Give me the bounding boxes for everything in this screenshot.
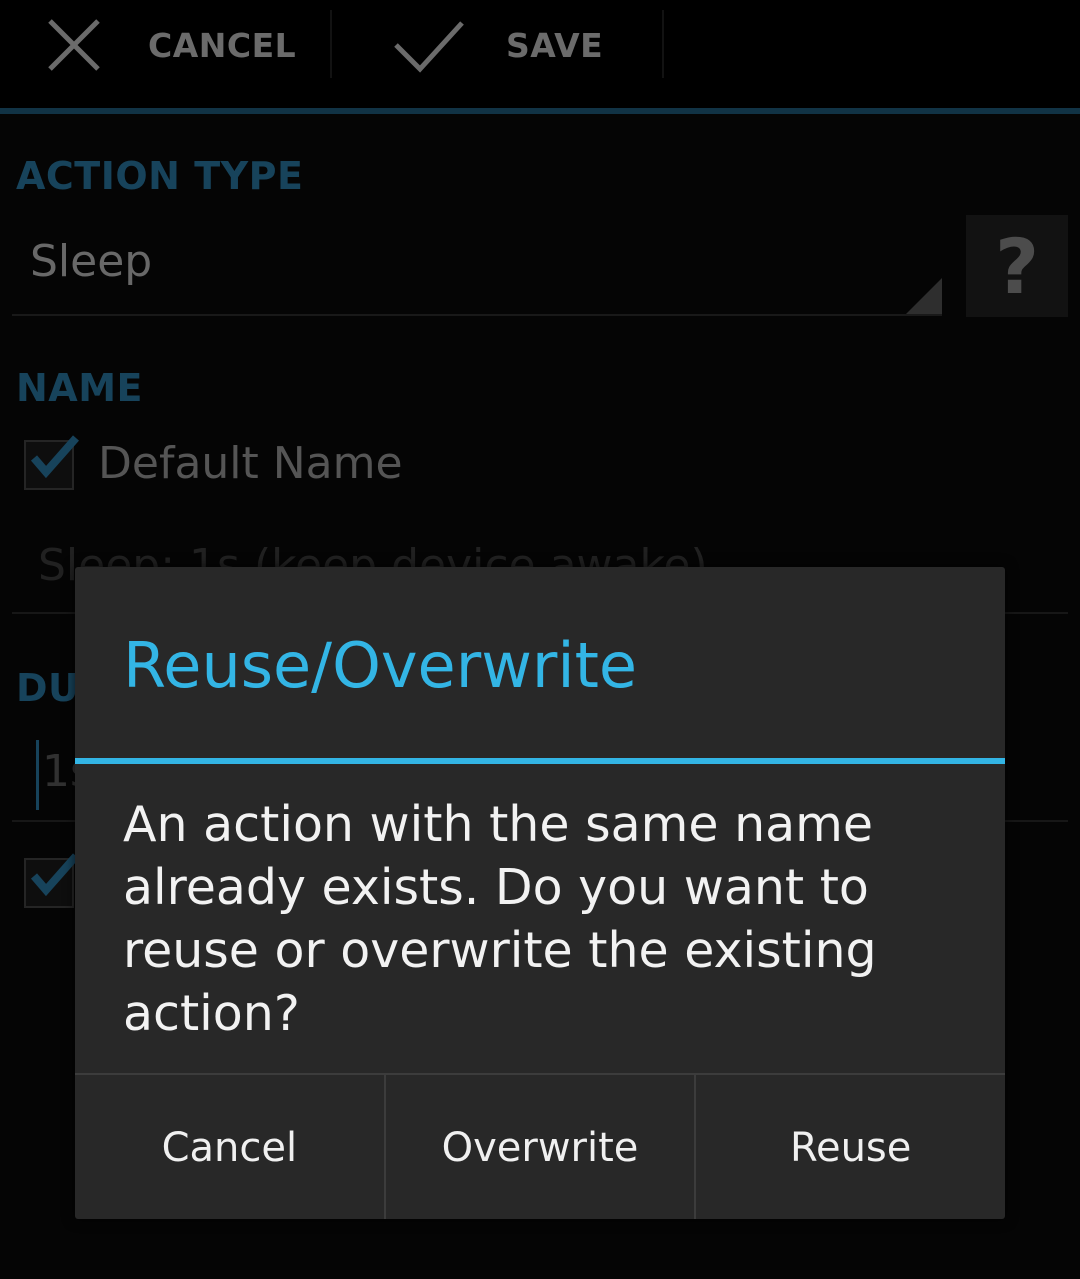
dialog-cancel-button[interactable]: Cancel [75,1075,384,1219]
dialog-message: An action with the same name already exi… [123,796,877,1042]
dialog-button-bar: Cancel Overwrite Reuse [75,1073,1005,1219]
dialog-overwrite-button[interactable]: Overwrite [383,1075,695,1219]
screen: CANCEL SAVE ACTION TYPE Sleep ? NAME Def… [0,0,1080,1279]
reuse-overwrite-dialog: Reuse/Overwrite An action with the same … [75,567,1005,1219]
dialog-title-divider [75,758,1005,764]
dialog-title: Reuse/Overwrite [123,629,638,702]
dialog-reuse-button[interactable]: Reuse [694,1075,1005,1219]
